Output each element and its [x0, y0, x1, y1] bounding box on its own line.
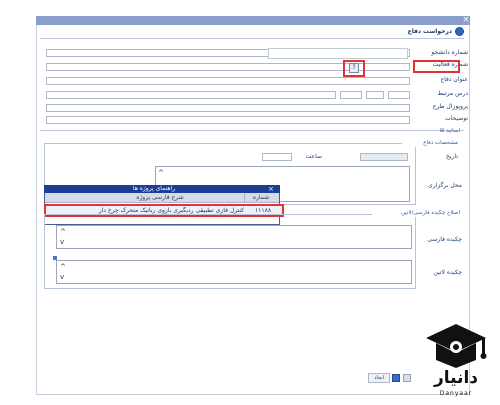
student-number-label: شماره دانشجو: [431, 49, 468, 56]
header-divider: [40, 38, 464, 39]
professors-expander[interactable]: اساتید ⊞: [424, 127, 460, 135]
related-course-label: درس مرتبط: [437, 90, 468, 97]
defense-specs-title: مشخصات دفاع: [402, 139, 458, 147]
latin-abstract-textarea[interactable]: [56, 260, 412, 284]
time-input[interactable]: [262, 153, 292, 161]
popup-close-button[interactable]: ×: [267, 185, 275, 193]
latin-abstract-scroll-down-icon[interactable]: v: [60, 274, 64, 281]
window-title-bar: [36, 16, 470, 25]
persian-abstract-scroll-down-icon[interactable]: v: [60, 239, 64, 246]
venue-scroll-up-icon[interactable]: ^: [158, 170, 164, 177]
venue-label: محل برگزاری: [428, 182, 462, 189]
abstract-section-title: اصلاح چکیده فارسی/لاتین: [372, 209, 460, 217]
activity-number-suggestion-box: [268, 48, 408, 59]
activity-number-highlight: [413, 60, 460, 73]
proposal-label: پروپوزال طرح: [432, 103, 468, 110]
related-course-code-1[interactable]: [340, 91, 362, 99]
proposal-input[interactable]: [46, 104, 410, 112]
window-title: درخواست دفاع: [407, 28, 452, 35]
expand-plus-icon: ⊞: [439, 128, 445, 134]
related-course-input[interactable]: [46, 91, 336, 99]
popup-col-divider: [244, 193, 245, 202]
watermark-brand: دانیار: [433, 368, 479, 388]
cancel-icon[interactable]: [403, 374, 411, 382]
description-label: توضیحات: [444, 115, 468, 122]
title-input[interactable]: [46, 77, 410, 85]
persian-abstract-scroll-up-icon[interactable]: ^: [60, 229, 66, 236]
window-close-button[interactable]: ×: [462, 15, 470, 25]
persian-abstract-label: چکیده فارسی: [427, 236, 462, 243]
popup-col-number: شماره: [252, 194, 270, 201]
professors-divider: [40, 130, 464, 131]
danyaar-logo: دانیار Danyaar: [420, 322, 492, 400]
time-label: ساعت: [305, 153, 322, 160]
related-course-code-3[interactable]: [388, 91, 410, 99]
confirm-button[interactable]: ایجاد: [368, 373, 390, 383]
related-course-code-2[interactable]: [366, 91, 384, 99]
professors-label: اساتید: [446, 128, 460, 134]
form-app-icon: [455, 27, 464, 36]
latin-abstract-label: چکیده لاتین: [433, 269, 462, 276]
watermark-sub: Danyaar: [439, 390, 473, 397]
title-label: عنوان دفاع: [440, 76, 468, 83]
popup-title: راهنمای پروژه ها: [132, 185, 176, 192]
description-input[interactable]: [46, 116, 410, 124]
date-label: تاریخ: [446, 153, 458, 160]
latin-abstract-scroll-up-icon[interactable]: ^: [60, 264, 66, 271]
graduation-cap-icon: [426, 324, 487, 368]
date-input[interactable]: [360, 153, 408, 161]
save-icon[interactable]: [392, 374, 400, 382]
activity-lookup-button[interactable]: ?: [349, 63, 359, 73]
persian-abstract-textarea[interactable]: [56, 225, 412, 249]
popup-col-description: شرح فارسی پروژه: [136, 194, 184, 201]
